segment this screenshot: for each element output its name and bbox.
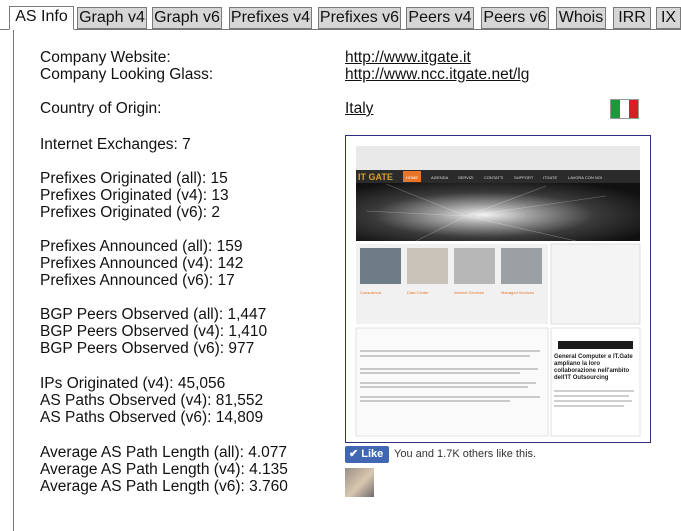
like-button-label: Like (361, 448, 384, 460)
preview-tile-2: Internet Services (454, 290, 484, 295)
stat-avg-path-v4: Average AS Path Length (v4): 4.135 (40, 461, 288, 478)
looking-glass-link[interactable]: http://www.ncc.itgate.net/lg (345, 66, 529, 83)
preview-logo: IT GATE (358, 172, 393, 182)
tab-prefixes-v4[interactable]: Prefixes v4 (229, 7, 312, 29)
tab-as-info[interactable]: AS Info (9, 6, 74, 30)
preview-tile-1: Data Center (407, 290, 429, 295)
preview-nav-4: SUPPORT (514, 175, 534, 180)
preview-tile-0: Consulenza (360, 290, 382, 295)
stat-avg-path-all: Average AS Path Length (all): 4.077 (40, 444, 288, 461)
stat-as-paths-v4: AS Paths Observed (v4): 81,552 (40, 392, 264, 409)
tab-whois[interactable]: Whois (556, 7, 606, 29)
preview-tile-3: Managed Services (501, 290, 534, 295)
tab-prefixes-v6[interactable]: Prefixes v6 (318, 7, 401, 29)
looking-glass-label: Company Looking Glass: (40, 66, 214, 83)
tab-bar: AS Info Graph v4 Graph v6 Prefixes v4 Pr… (0, 0, 681, 30)
country-label: Country of Origin: (40, 100, 162, 117)
preview-nav-0: HOME (406, 175, 418, 180)
preview-nav-1: AZIENDA (431, 175, 449, 180)
tab-ix[interactable]: IX (656, 7, 681, 29)
company-website-link[interactable]: http://www.itgate.it (345, 49, 471, 66)
stat-bgp-peers-v6: BGP Peers Observed (v6): 977 (40, 340, 255, 357)
stat-prefixes-announced-v4: Prefixes Announced (v4): 142 (40, 255, 244, 272)
thumbs-up-icon: ✔ (349, 448, 359, 460)
stat-bgp-peers-all: BGP Peers Observed (all): 1,447 (40, 306, 267, 323)
stat-prefixes-originated-all: Prefixes Originated (all): 15 (40, 170, 228, 187)
stat-prefixes-announced-v6: Prefixes Announced (v6): 17 (40, 272, 235, 289)
tab-peers-v6[interactable]: Peers v6 (481, 7, 549, 29)
tab-irr[interactable]: IRR (613, 7, 651, 29)
stat-as-paths-v6: AS Paths Observed (v6): 14,809 (40, 409, 264, 426)
stat-internet-exchanges: Internet Exchanges: 7 (40, 136, 191, 153)
stat-bgp-peers-v4: BGP Peers Observed (v4): 1,410 (40, 323, 268, 340)
website-screenshot[interactable]: IT GATE HOME AZIENDA SERVIZI CONTATTI SU… (345, 135, 651, 443)
stat-prefixes-originated-v6: Prefixes Originated (v6): 2 (40, 204, 221, 221)
avatar[interactable] (345, 468, 374, 497)
stat-ips-originated-v4: IPs Originated (v4): 45,056 (40, 375, 226, 392)
stat-prefixes-announced-all: Prefixes Announced (all): 159 (40, 238, 243, 255)
stat-avg-path-v6: Average AS Path Length (v6): 3.760 (40, 478, 288, 495)
tab-peers-v4[interactable]: Peers v4 (406, 7, 474, 29)
preview-nav-2: SERVIZI (458, 175, 474, 180)
preview-nav-5: ITGATE (543, 175, 557, 180)
like-count-text: You and 1.7K others like this. (394, 448, 537, 460)
country-link[interactable]: Italy (345, 100, 373, 117)
website-screenshot-image: IT GATE HOME AZIENDA SERVIZI CONTATTI SU… (346, 136, 650, 442)
company-website-label: Company Website: (40, 49, 171, 66)
preview-nav-6: LAVORA CON NOI (568, 175, 602, 180)
tab-graph-v6[interactable]: Graph v6 (152, 7, 222, 29)
tab-graph-v4[interactable]: Graph v4 (77, 7, 147, 29)
stat-prefixes-originated-v4: Prefixes Originated (v4): 13 (40, 187, 229, 204)
preview-nav-3: CONTATTI (484, 175, 503, 180)
italy-flag-icon (611, 100, 638, 118)
like-button[interactable]: ✔ Like (345, 446, 389, 463)
